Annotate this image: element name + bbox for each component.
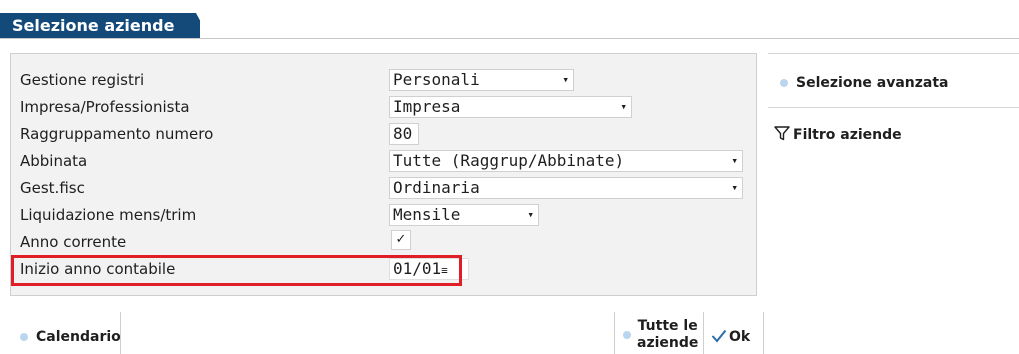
window-title: Selezione aziende [0, 13, 200, 39]
gestione-registri-value: Personali [393, 70, 480, 89]
chevron-down-icon: ▾ [620, 100, 627, 113]
filtro-aziende-label: Filtro aziende [793, 127, 902, 143]
gest-fisc-value: Ordinaria [393, 178, 480, 197]
chevron-down-icon: ▾ [731, 154, 738, 167]
tutte-le-label: Tutte le [637, 318, 698, 334]
footer-divider [763, 312, 764, 354]
liquidazione-select[interactable]: Mensile ▾ [389, 204, 539, 226]
impresa-professionista-label: Impresa/Professionista [20, 98, 190, 116]
sidebar-divider [768, 107, 1019, 108]
calendario-button[interactable]: Calendario [20, 329, 121, 346]
selezione-avanzata-button[interactable]: Selezione avanzata [780, 73, 949, 93]
filter-icon [774, 126, 790, 141]
gest-fisc-label: Gest.fisc [20, 179, 85, 197]
calendario-label: Calendario [36, 329, 121, 345]
ok-button[interactable]: Ok [711, 329, 750, 346]
gest-fisc-select[interactable]: Ordinaria ▾ [389, 177, 743, 199]
footer-divider [120, 312, 121, 354]
anno-corrente-label: Anno corrente [20, 233, 127, 251]
gestione-registri-select[interactable]: Personali ▾ [389, 69, 574, 91]
chevron-down-icon: ▾ [527, 208, 534, 221]
selezione-avanzata-label: Selezione avanzata [796, 75, 949, 91]
title-divider [0, 38, 1019, 39]
bullet-icon [780, 79, 788, 87]
raggruppamento-numero-label: Raggruppamento numero [20, 125, 214, 143]
abbinata-select[interactable]: Tutte (Raggrup/Abbinate) ▾ [389, 150, 743, 172]
aziende-label: aziende [637, 335, 699, 351]
bullet-icon [20, 333, 28, 341]
impresa-professionista-select[interactable]: Impresa ▾ [389, 96, 632, 118]
abbinata-value: Tutte (Raggrup/Abbinate) [393, 151, 625, 170]
gestione-registri-label: Gestione registri [20, 71, 145, 89]
abbinata-label: Abbinata [20, 152, 88, 170]
check-icon [711, 329, 727, 343]
bullet-icon [623, 331, 631, 339]
liquidazione-value: Mensile [393, 205, 461, 224]
footer-divider [614, 312, 615, 354]
ok-label: Ok [729, 329, 751, 345]
impresa-professionista-value: Impresa [393, 97, 461, 116]
liquidazione-label: Liquidazione mens/trim [20, 206, 197, 224]
chevron-down-icon: ▾ [731, 181, 738, 194]
filtro-aziende-button[interactable]: Filtro aziende [774, 125, 902, 145]
highlight-box [11, 255, 462, 286]
checkmark-icon: ✓ [395, 232, 407, 247]
sidebar-divider [768, 53, 1019, 54]
footer-divider [703, 312, 704, 354]
chevron-down-icon: ▾ [562, 73, 569, 86]
raggruppamento-numero-input[interactable]: 80 [389, 123, 419, 145]
tutte-le-aziende-button[interactable]: Tutte le aziende [623, 318, 698, 352]
anno-corrente-checkbox[interactable]: ✓ [391, 230, 411, 250]
